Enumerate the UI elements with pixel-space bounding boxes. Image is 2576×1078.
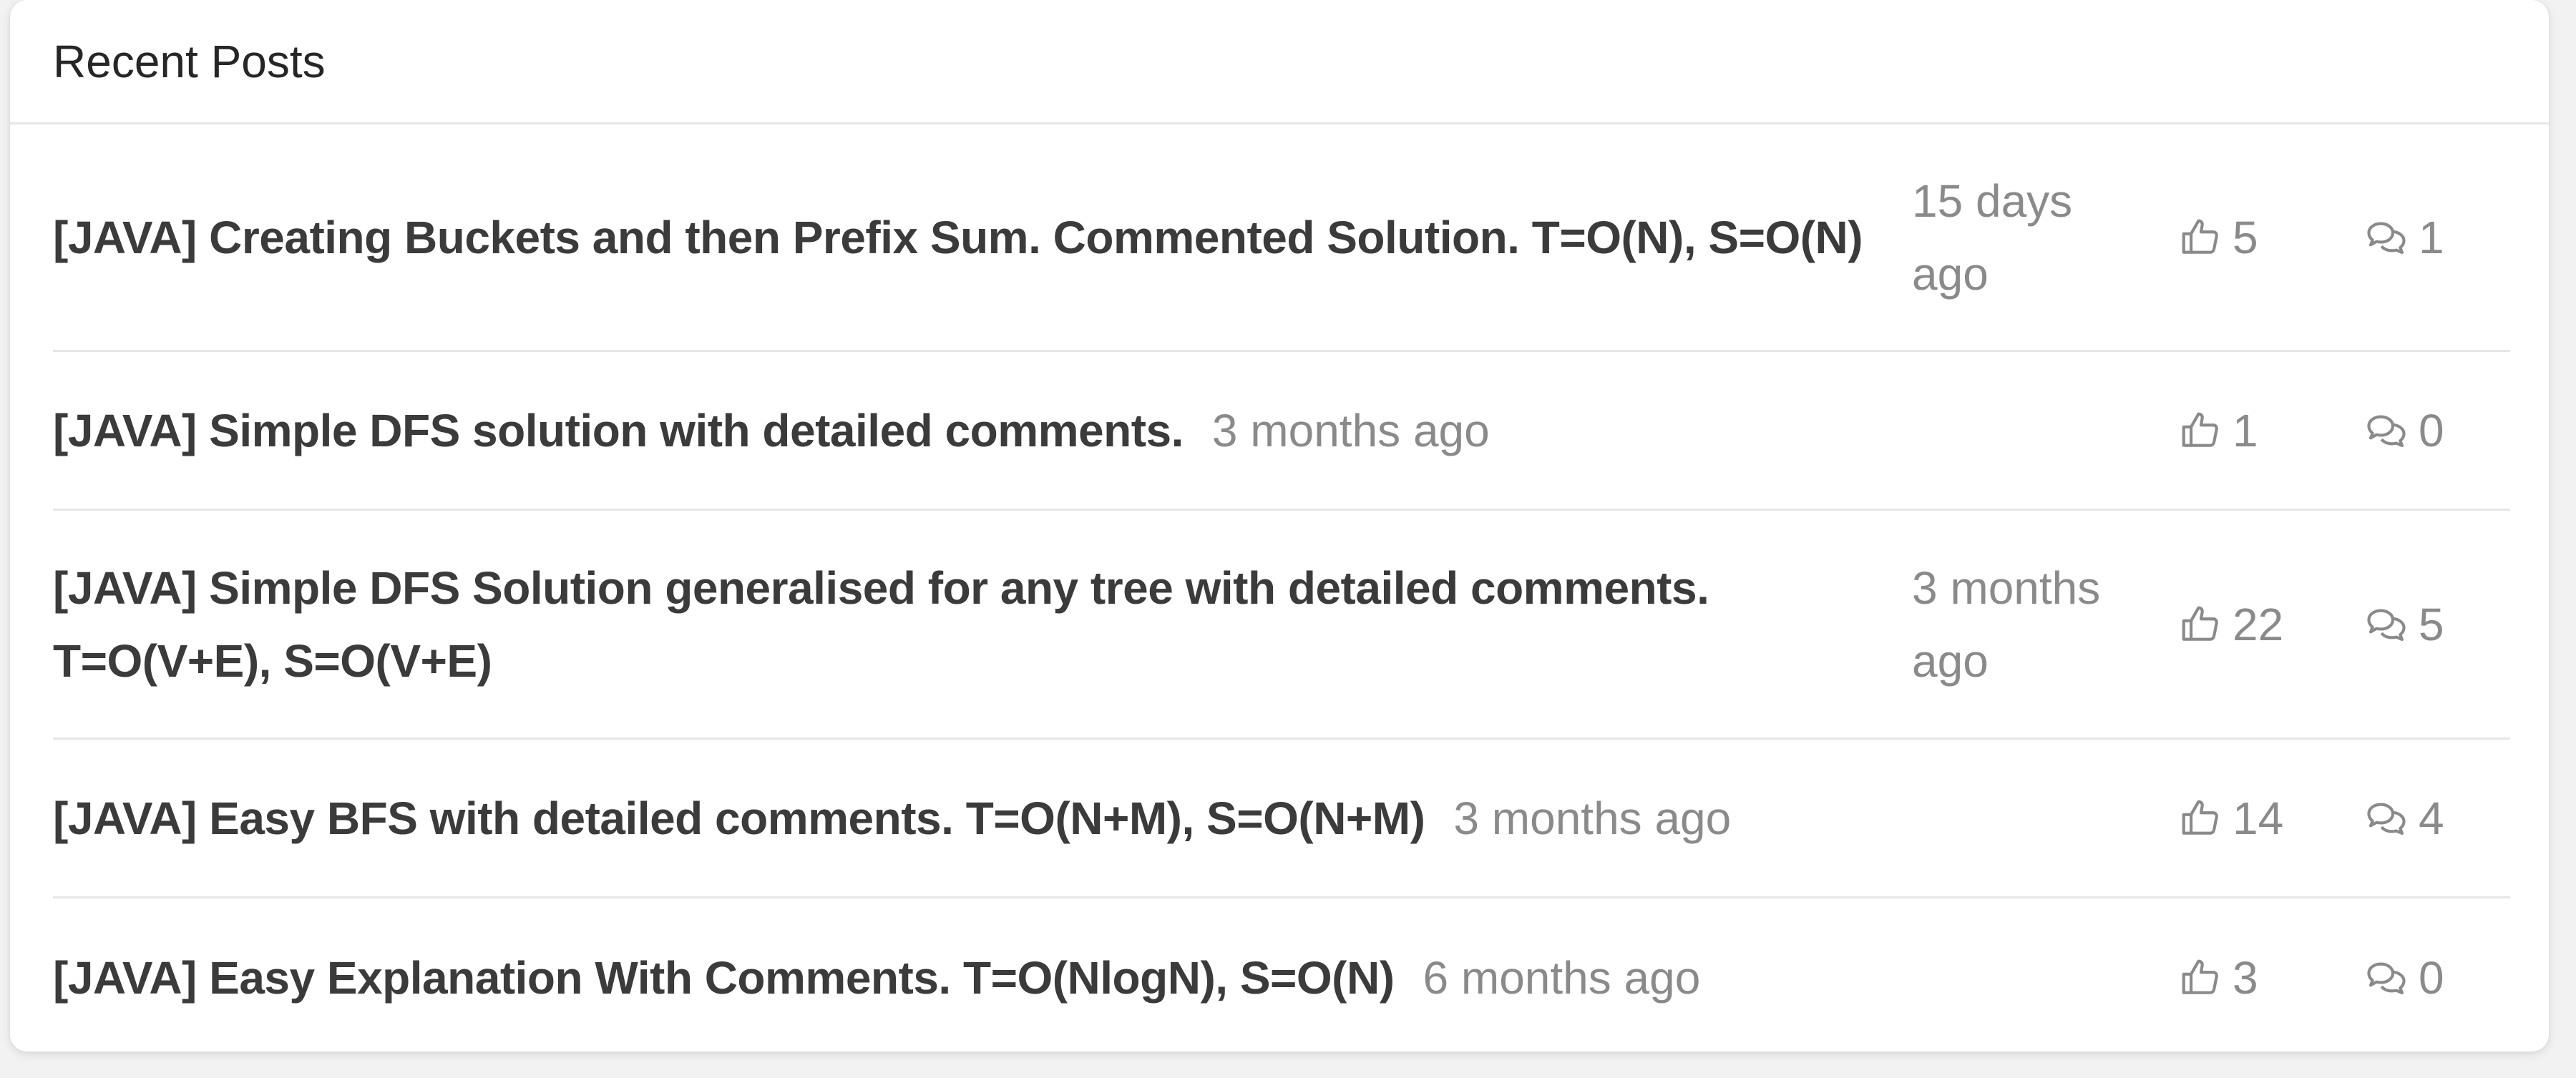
vote-count-value: 14 [2233, 792, 2284, 844]
comment-count: 0 [2364, 951, 2444, 1004]
card-title: Recent Posts [53, 35, 326, 87]
recent-posts-card: Recent Posts [JAVA] Creating Buckets and… [10, 0, 2549, 1052]
vote-count: 14 [2178, 792, 2283, 845]
comment-count-value: 5 [2419, 598, 2444, 650]
post-title[interactable]: [JAVA] Simple DFS solution with detailed… [53, 394, 1184, 467]
vote-count: 1 [2178, 404, 2258, 457]
post-item[interactable]: [JAVA] Creating Buckets and then Prefix … [53, 124, 2510, 352]
post-item[interactable]: [JAVA] Easy Explanation With Comments. T… [53, 898, 2510, 1052]
vote-count-value: 1 [2233, 404, 2258, 456]
comment-count-value: 0 [2419, 952, 2444, 1004]
thumbs-up-icon [2182, 800, 2218, 835]
post-item[interactable]: [JAVA] Simple DFS solution with detailed… [53, 352, 2510, 511]
post-time: 3 months ago [1211, 404, 1490, 456]
comment-count: 1 [2364, 211, 2444, 264]
comment-count-value: 4 [2419, 792, 2444, 844]
chat-bubbles-icon [2367, 609, 2406, 641]
chat-bubbles-icon [2367, 415, 2406, 447]
thumbs-up-icon [2182, 959, 2218, 994]
post-title[interactable]: [JAVA] Creating Buckets and then Prefix … [53, 201, 1878, 274]
comment-count: 5 [2364, 598, 2444, 651]
post-list: [JAVA] Creating Buckets and then Prefix … [10, 124, 2549, 1052]
post-main: [JAVA] Simple DFS solution with detailed… [53, 394, 2510, 467]
chat-bubbles-icon [2367, 803, 2406, 835]
post-item[interactable]: [JAVA] Easy BFS with detailed comments. … [53, 740, 2510, 898]
post-time: 3 months ago [1912, 562, 2101, 687]
vote-count-value: 5 [2233, 211, 2258, 263]
vote-count: 22 [2178, 598, 2283, 651]
post-main: [JAVA] Creating Buckets and then Prefix … [53, 165, 2510, 310]
comment-count-value: 1 [2419, 211, 2444, 263]
vote-count: 3 [2178, 951, 2258, 1004]
comment-count-value: 0 [2419, 404, 2444, 456]
card-header: Recent Posts [10, 0, 2549, 124]
post-main: [JAVA] Simple DFS Solution generalised f… [53, 552, 2510, 697]
post-main: [JAVA] Easy BFS with detailed comments. … [53, 782, 2510, 855]
vote-count: 5 [2178, 211, 2258, 264]
chat-bubbles-icon [2367, 962, 2406, 994]
post-title[interactable]: [JAVA] Easy BFS with detailed comments. … [53, 782, 1425, 855]
comment-count: 0 [2364, 404, 2444, 457]
post-time: 15 days ago [1912, 175, 2073, 300]
thumbs-up-icon [2182, 219, 2218, 254]
thumbs-up-icon [2182, 412, 2218, 447]
vote-count-value: 3 [2233, 952, 2258, 1004]
post-time: 3 months ago [1453, 792, 1732, 844]
post-title[interactable]: [JAVA] Simple DFS Solution generalised f… [53, 552, 1878, 697]
chat-bubbles-icon [2367, 222, 2406, 254]
vote-count-value: 22 [2233, 598, 2284, 650]
comment-count: 4 [2364, 792, 2444, 845]
thumbs-up-icon [2182, 606, 2218, 641]
post-main: [JAVA] Easy Explanation With Comments. T… [53, 941, 2510, 1014]
post-time: 6 months ago [1423, 952, 1701, 1004]
post-item[interactable]: [JAVA] Simple DFS Solution generalised f… [53, 511, 2510, 740]
post-title[interactable]: [JAVA] Easy Explanation With Comments. T… [53, 941, 1395, 1014]
